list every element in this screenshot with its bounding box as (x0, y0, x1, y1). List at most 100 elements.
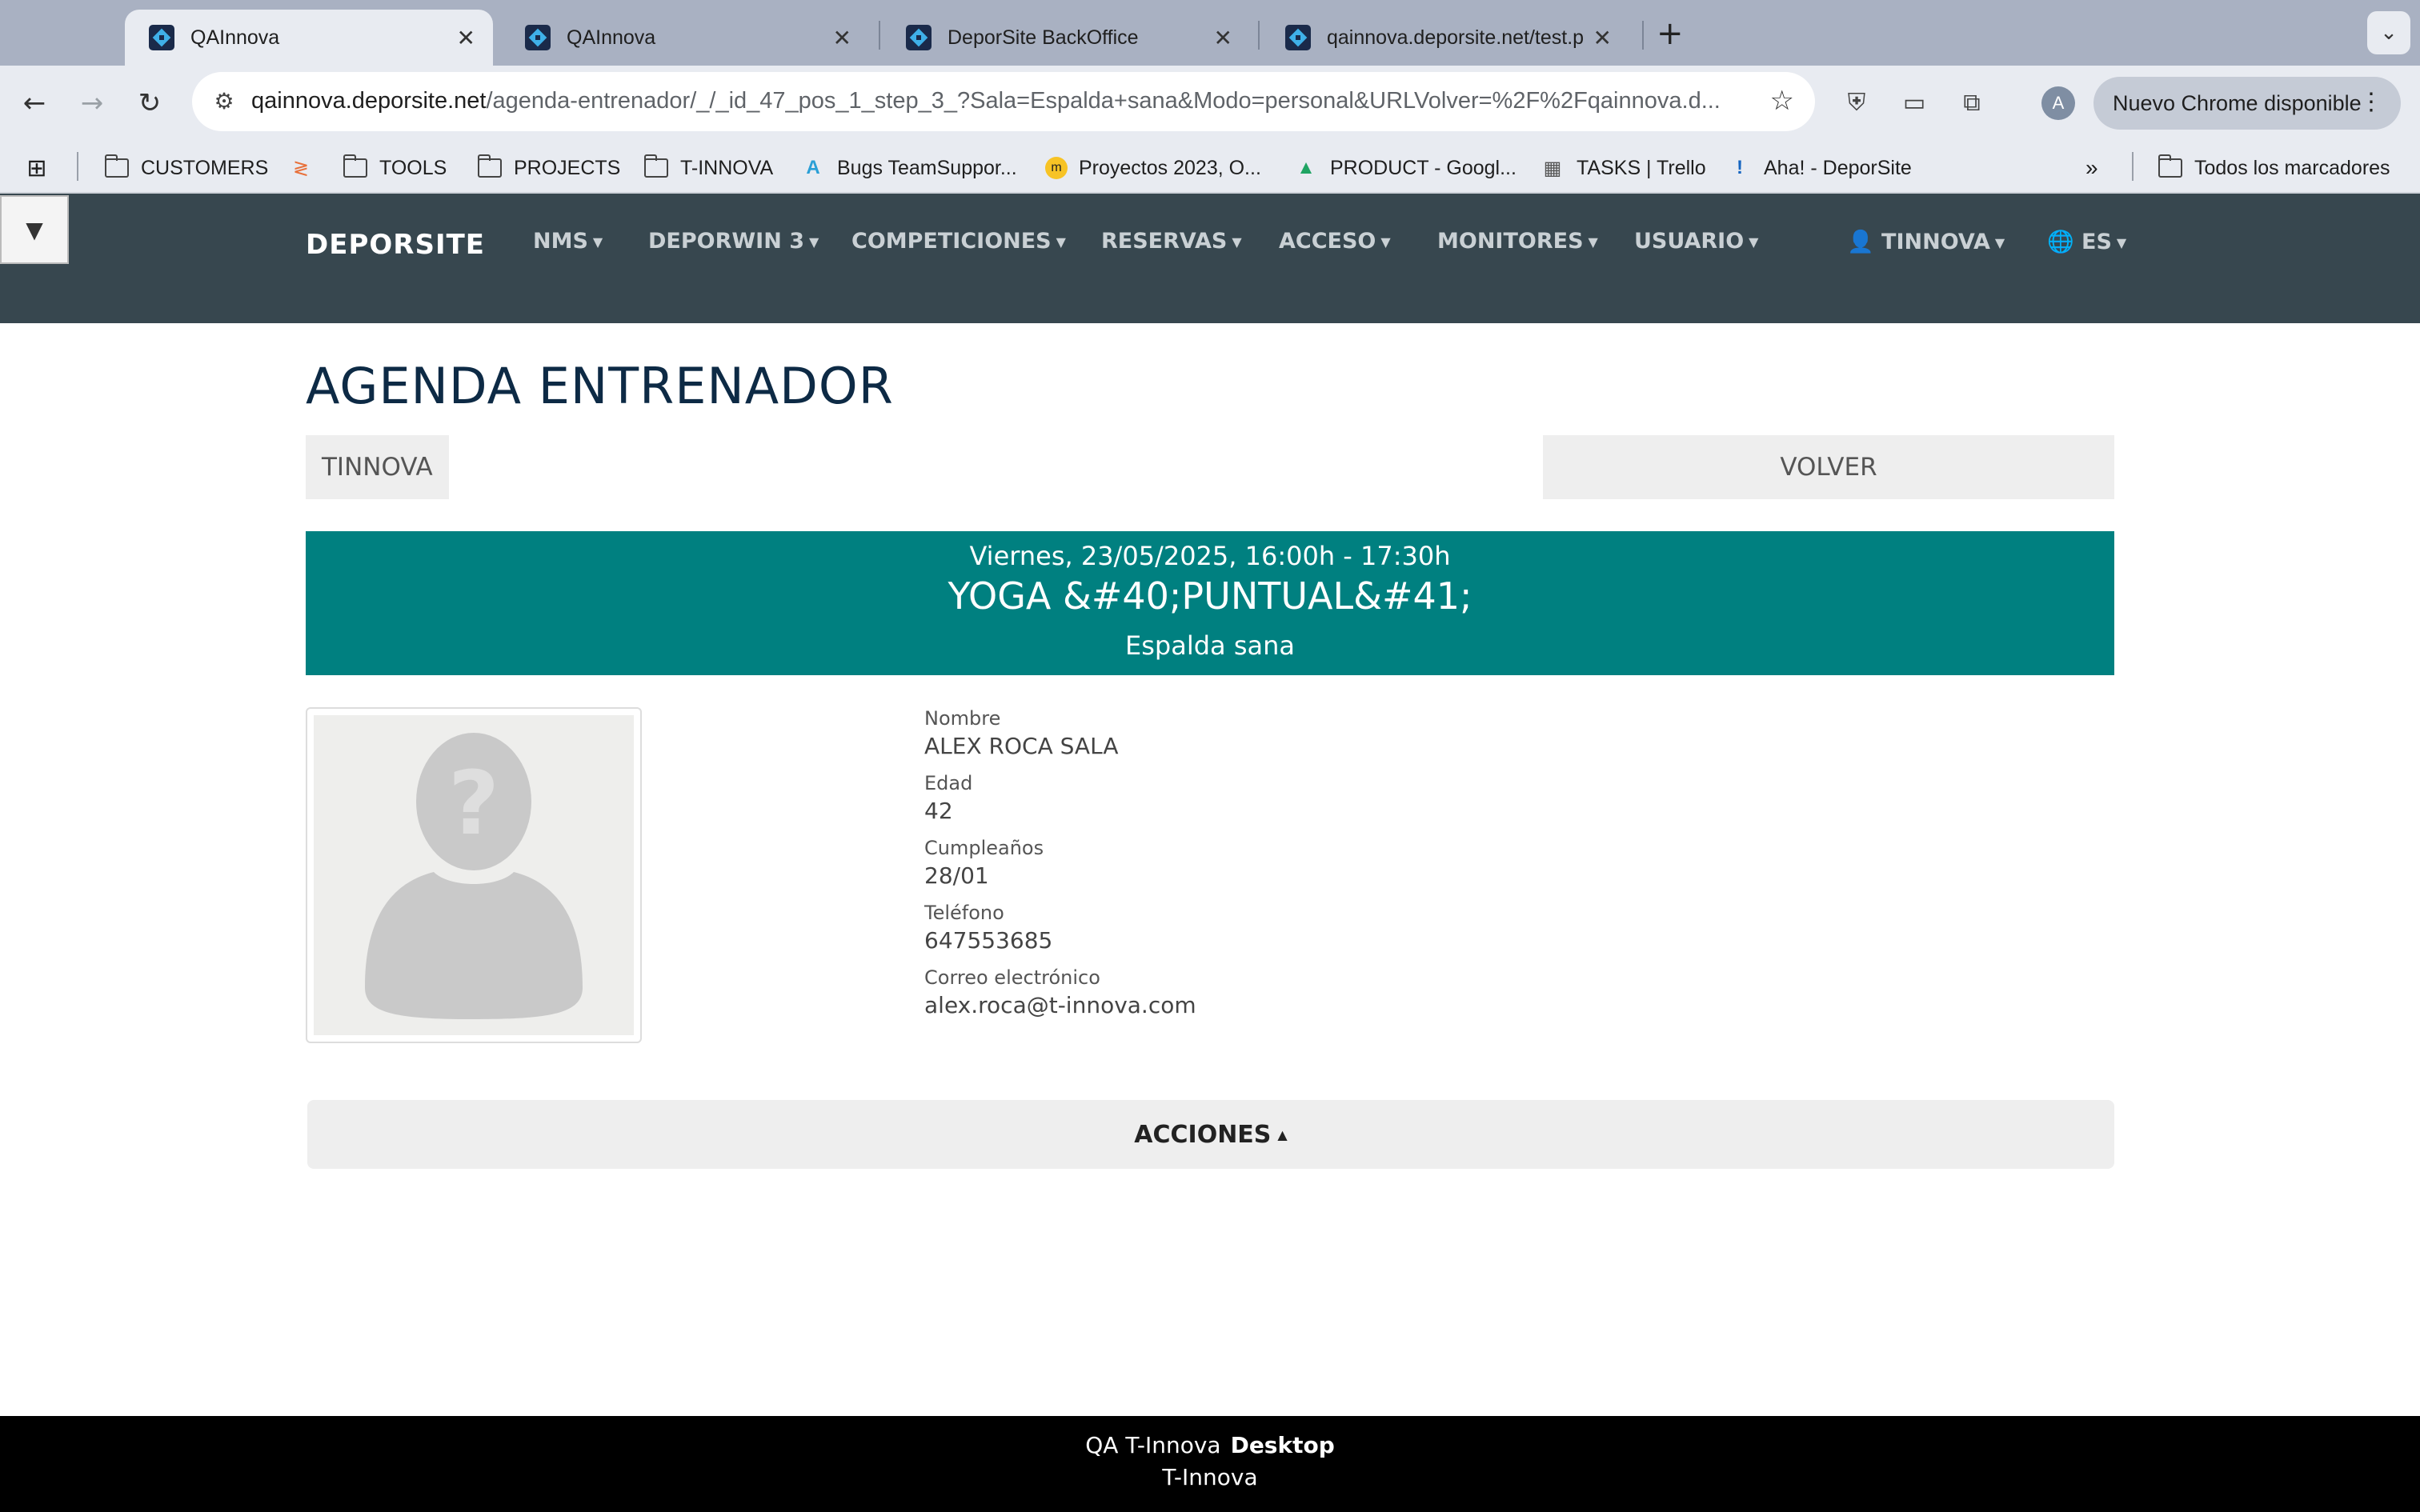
tab-search-chevron-icon[interactable]: ⌄ (2367, 11, 2410, 54)
close-tab-icon[interactable]: ✕ (1593, 25, 1612, 51)
acciones-button[interactable]: ACCIONES ▲ (307, 1100, 2114, 1169)
nav-lang-label: ES (2081, 230, 2112, 254)
bookmark-proyectos[interactable]: m Proyectos 2023, O... (1045, 152, 1261, 184)
apps-grid-icon[interactable]: ⊞ (24, 152, 61, 184)
bookmark-bugs-teamsupport[interactable]: A Bugs TeamSuppor... (800, 152, 1016, 184)
browser-tab-bar: QAInnova ✕ QAInnova ✕ DeporSite BackOffi… (0, 0, 2420, 66)
bookmark-projects[interactable]: PROJECTS (477, 152, 620, 184)
address-bar[interactable]: ⚙ qainnova.deporsite.net/agenda-entrenad… (192, 72, 1815, 131)
browser-tab-1[interactable]: QAInnova ✕ (125, 10, 493, 66)
profile-avatar[interactable]: A (2041, 86, 2075, 120)
tab-title: DeporSite BackOffice (948, 26, 1139, 49)
bookmark-product-drive[interactable]: ▲ PRODUCT - Googl... (1293, 152, 1517, 184)
menu-dots-icon[interactable]: ⋮ (2359, 88, 2383, 116)
field-label: Cumpleaños (924, 837, 1044, 859)
field-value: 42 (924, 798, 953, 824)
bookmark-t-innova[interactable]: T-INNOVA (643, 152, 773, 184)
caret-down-icon: ▼ (1232, 234, 1242, 250)
nav-nms[interactable]: NMS ▼ (533, 229, 603, 254)
caret-down-icon: ▼ (1056, 234, 1066, 250)
browser-tab-3[interactable]: DeporSite BackOffice ✕ (882, 10, 1250, 66)
teamsupport-icon: A (806, 157, 820, 178)
url-text[interactable]: qainnova.deporsite.net/agenda-entrenador… (251, 88, 1756, 114)
bookmark-tools[interactable]: TOOLS (343, 152, 447, 184)
session-datetime: Viernes, 23/05/2025, 16:00h - 17:30h (969, 541, 1451, 571)
nav-acceso[interactable]: ACCESO ▼ (1279, 229, 1391, 254)
footer-mode[interactable]: Desktop (1231, 1432, 1335, 1458)
caret-down-icon: ▼ (592, 234, 603, 250)
extensions-puzzle-icon[interactable]: ⧉ (1954, 85, 1989, 120)
site-settings-icon[interactable]: ⚙ (210, 88, 238, 117)
footer-line1: QA T-Innova Desktop (0, 1432, 2420, 1458)
nav-label: USUARIO (1634, 229, 1745, 254)
more-bookmarks-chevron-icon[interactable]: » (2085, 152, 2098, 184)
browser-tab-2[interactable]: QAInnova ✕ (501, 10, 869, 66)
nav-reservas[interactable]: RESERVAS ▼ (1101, 229, 1242, 254)
reload-icon[interactable]: ↻ (128, 82, 171, 125)
nav-monitores[interactable]: MONITORES ▼ (1437, 229, 1598, 254)
nav-user-menu[interactable]: 👤 TINNOVA ▼ (1847, 229, 2005, 254)
field-telefono: Teléfono 647553685 (924, 902, 1196, 954)
url-path: /agenda-entrenador/_/_id_47_pos_1_step_3… (486, 88, 1721, 114)
monday-icon: m (1045, 157, 1068, 179)
bitwarden-shield-icon[interactable]: ⛨ (1839, 85, 1874, 120)
bookmark-aha-deporsite[interactable]: ! Aha! - DeporSite (1727, 152, 1912, 184)
volver-button[interactable]: VOLVER (1543, 435, 2114, 499)
tinnova-tag: TINNOVA (306, 435, 449, 499)
folder-icon (477, 154, 503, 179)
forward-arrow-icon[interactable]: → (70, 82, 114, 125)
nav-competiciones[interactable]: COMPETICIONES ▼ (851, 229, 1066, 254)
caret-down-icon: ▼ (1994, 235, 2005, 250)
new-tab-plus-icon[interactable]: + (1657, 11, 1684, 56)
field-label: Correo electrónico (924, 966, 1100, 989)
deporsite-logo[interactable]: DEPORSITE (306, 229, 485, 261)
qainnova-favicon (1285, 25, 1311, 50)
tab-title: QAInnova (567, 26, 656, 49)
folder-icon (643, 154, 669, 179)
close-tab-icon[interactable]: ✕ (1214, 25, 1232, 51)
app-icon: ≷ (292, 157, 310, 179)
all-bookmarks-folder[interactable]: Todos los marcadores (2158, 152, 2390, 184)
acciones-label: ACCIONES (1134, 1120, 1272, 1149)
bookmark-label: PRODUCT - Googl... (1330, 156, 1517, 179)
bookmark-label: Proyectos 2023, O... (1079, 156, 1261, 179)
bookmark-tasks-trello[interactable]: ▦ TASKS | Trello (1540, 152, 1706, 184)
bookmark-label: PROJECTS (514, 156, 621, 179)
session-activity: YOGA &#40;PUNTUAL&#41; (948, 574, 1472, 618)
caret-down-icon: ▼ (2116, 235, 2127, 250)
browser-toolbar: ← → ↻ ⚙ qainnova.deporsite.net/agenda-en… (0, 66, 2420, 141)
cast-icon[interactable]: ▭ (1897, 85, 1932, 120)
field-correo: Correo electrónico alex.roca@t-innova.co… (924, 966, 1196, 1018)
session-banner: Viernes, 23/05/2025, 16:00h - 17:30h YOG… (306, 531, 2114, 675)
qainnova-favicon (525, 25, 551, 50)
svg-text:?: ? (448, 752, 499, 854)
field-nombre: Nombre ALEX ROCA SALA (924, 707, 1196, 759)
user-icon: 👤 (1847, 230, 1874, 254)
bookmark-star-icon[interactable]: ☆ (1770, 85, 1794, 117)
nav-user-label: TINNOVA (1881, 230, 1990, 254)
caret-down-icon: ▼ (1749, 234, 1759, 250)
sidebar-toggle-chevron-icon[interactable]: ▼ (0, 195, 69, 264)
deporsite-favicon (906, 25, 932, 50)
close-tab-icon[interactable]: ✕ (833, 25, 851, 51)
update-chrome-label: Nuevo Chrome disponible (2113, 90, 2362, 115)
nav-label: RESERVAS (1101, 229, 1228, 254)
close-tab-icon[interactable]: ✕ (457, 25, 475, 51)
nav-deporwin3[interactable]: DEPORWIN 3 ▼ (648, 229, 819, 254)
field-label: Edad (924, 772, 973, 794)
back-arrow-icon[interactable]: ← (13, 82, 56, 125)
bookmark-app[interactable]: ≷ (288, 152, 325, 184)
nav-usuario[interactable]: USUARIO ▼ (1634, 229, 1758, 254)
unknown-person-icon: ? (365, 733, 583, 1019)
bookmark-customers[interactable]: CUSTOMERS (104, 152, 268, 184)
trello-icon: ▦ (1543, 157, 1562, 179)
globe-icon: 🌐 (2047, 230, 2074, 254)
footer-company: T-Innova (1162, 1464, 1258, 1490)
session-room: Espalda sana (1125, 630, 1295, 661)
bookmark-label: CUSTOMERS (141, 156, 269, 179)
nav-language-menu[interactable]: 🌐 ES ▼ (2047, 229, 2126, 254)
browser-tab-4[interactable]: qainnova.deporsite.net/test.p ✕ (1261, 10, 1629, 66)
update-chrome-button[interactable]: Nuevo Chrome disponible ⋮ (2093, 77, 2401, 130)
folder-icon (2158, 154, 2183, 179)
caret-down-icon: ▼ (809, 234, 819, 250)
